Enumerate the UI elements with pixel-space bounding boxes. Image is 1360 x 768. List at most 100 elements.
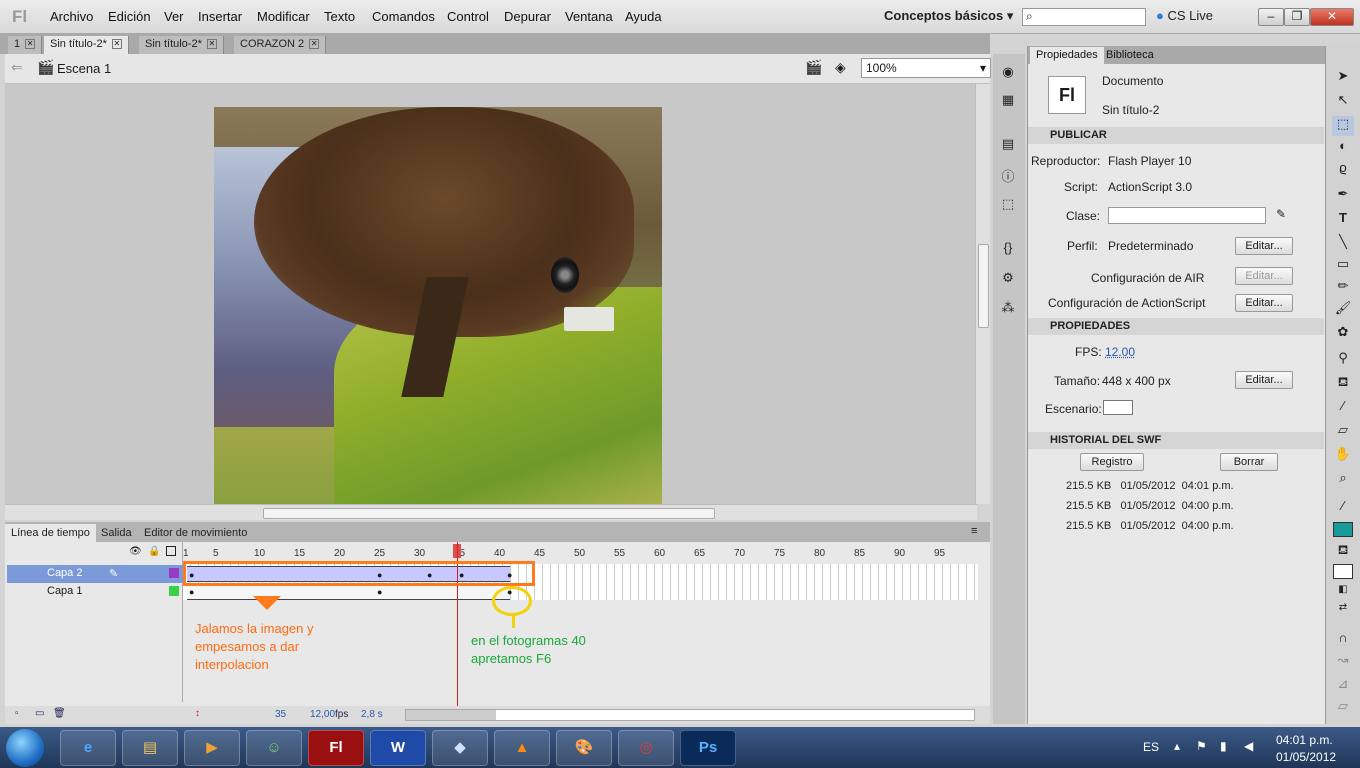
- menu-modificar[interactable]: Modificar: [257, 9, 310, 24]
- smooth-icon[interactable]: ↝: [1332, 652, 1354, 672]
- section-swf-history[interactable]: HISTORIAL DEL SWF: [1028, 432, 1324, 449]
- current-frame[interactable]: 35: [275, 709, 286, 720]
- fps-input[interactable]: 12.00: [1105, 345, 1135, 359]
- clear-button[interactable]: Borrar: [1220, 453, 1278, 471]
- volume-icon[interactable]: ◀: [1244, 739, 1253, 753]
- zoom-select[interactable]: 100% ▾: [861, 58, 991, 78]
- paint-bucket-tool-icon[interactable]: ⛾: [1332, 374, 1354, 394]
- playhead-center-icon[interactable]: ↕: [195, 708, 200, 719]
- close-icon[interactable]: ✕: [25, 39, 36, 50]
- ie-icon[interactable]: e: [60, 730, 116, 766]
- menu-archivo[interactable]: Archivo: [50, 9, 93, 24]
- close-icon[interactable]: ✕: [309, 39, 320, 50]
- snap-to-objects-icon[interactable]: ∩: [1332, 630, 1354, 650]
- straighten-icon[interactable]: ⊿: [1332, 676, 1354, 696]
- cs-live-button[interactable]: ● CS Live: [1156, 8, 1213, 23]
- restore-button[interactable]: ❐: [1284, 8, 1310, 26]
- pencil-tool-icon[interactable]: ✏: [1332, 278, 1354, 298]
- vlc-icon[interactable]: ▲: [494, 730, 550, 766]
- section-publish[interactable]: PUBLICAR: [1028, 127, 1324, 144]
- subselection-tool-icon[interactable]: ↖: [1332, 92, 1354, 112]
- doc-tab-1[interactable]: 1 ✕: [8, 36, 43, 54]
- fill-color-icon[interactable]: ⛾: [1332, 542, 1354, 562]
- fill-color-swatch[interactable]: [1333, 564, 1353, 579]
- lock-icon[interactable]: 🔒: [148, 546, 160, 557]
- tab-motion-editor[interactable]: Editor de movimiento: [138, 524, 253, 542]
- tab-timeline[interactable]: Línea de tiempo: [5, 524, 96, 542]
- menu-ayuda[interactable]: Ayuda: [625, 9, 662, 24]
- edit-symbols-icon[interactable]: ◈: [835, 59, 846, 76]
- stage-vertical-scrollbar[interactable]: [975, 84, 990, 504]
- class-input[interactable]: [1108, 207, 1266, 224]
- eye-icon[interactable]: 👁: [129, 546, 142, 557]
- new-folder-icon[interactable]: ▭: [35, 708, 44, 719]
- hand-tool-icon[interactable]: ✋: [1332, 446, 1354, 466]
- zoom-tool-icon[interactable]: ⌕: [1332, 470, 1354, 490]
- menu-edicion[interactable]: Edición: [108, 9, 151, 24]
- tray-expand-icon[interactable]: ▴: [1174, 739, 1180, 753]
- messenger-icon[interactable]: ☺: [246, 730, 302, 766]
- options-icon[interactable]: ▱: [1332, 698, 1354, 718]
- menu-control[interactable]: Control: [447, 9, 489, 24]
- word-taskbar-button[interactable]: W: [370, 730, 426, 766]
- layer-color-swatch[interactable]: [169, 568, 179, 578]
- bone-tool-icon[interactable]: ⚲: [1332, 350, 1354, 370]
- media-player-icon[interactable]: ▶: [184, 730, 240, 766]
- tab-properties[interactable]: Propiedades: [1030, 47, 1104, 64]
- search-input[interactable]: ⌕: [1022, 8, 1146, 26]
- new-layer-icon[interactable]: ▫: [15, 708, 19, 719]
- chrome-icon[interactable]: ◎: [618, 730, 674, 766]
- components-icon[interactable]: ⚙: [997, 270, 1019, 290]
- menu-ver[interactable]: Ver: [164, 9, 184, 24]
- frames-capa-1[interactable]: ● ● ●: [187, 584, 512, 600]
- clock-date[interactable]: 01/05/2012: [1276, 750, 1336, 764]
- deco-tool-icon[interactable]: ✿: [1332, 324, 1354, 344]
- transform-icon[interactable]: ⬚: [997, 196, 1019, 216]
- free-transform-tool-icon[interactable]: ⬚: [1332, 116, 1354, 136]
- info-icon[interactable]: ⓘ: [997, 166, 1019, 186]
- line-tool-icon[interactable]: ╲: [1332, 234, 1354, 254]
- brush-tool-icon[interactable]: 🖌: [1332, 300, 1354, 320]
- menu-comandos[interactable]: Comandos: [372, 9, 435, 24]
- code-snippets-icon[interactable]: {}: [997, 240, 1019, 260]
- tab-library[interactable]: Biblioteca: [1100, 47, 1160, 64]
- minimize-button[interactable]: –: [1258, 8, 1284, 26]
- stage-image[interactable]: [214, 107, 662, 504]
- color-icon[interactable]: ◉: [997, 64, 1019, 84]
- fps-value[interactable]: 12,00: [310, 709, 335, 720]
- section-properties[interactable]: PROPIEDADES: [1028, 318, 1324, 335]
- pencil-icon[interactable]: ✎: [1276, 207, 1286, 221]
- swap-colors-icon[interactable]: ⇄: [1332, 602, 1354, 622]
- keyframe[interactable]: ●: [189, 587, 194, 597]
- layer-capa-1[interactable]: Capa 1: [7, 583, 183, 601]
- edit-as-button[interactable]: Editar...: [1235, 294, 1293, 312]
- edit-scene-icon[interactable]: 🎬: [805, 59, 822, 76]
- stroke-color-icon[interactable]: ⁄: [1332, 498, 1354, 518]
- back-arrow-icon[interactable]: ⇐: [11, 59, 23, 76]
- keyframe[interactable]: ●: [377, 587, 382, 597]
- menu-insertar[interactable]: Insertar: [198, 9, 242, 24]
- timeline-horizontal-scrollbar[interactable]: [405, 709, 975, 721]
- paint-icon[interactable]: 🎨: [556, 730, 612, 766]
- network-icon[interactable]: ▮: [1220, 739, 1227, 753]
- flag-icon[interactable]: ⚑: [1196, 739, 1207, 753]
- tire-symbol[interactable]: [551, 257, 579, 293]
- selection-tool-icon[interactable]: ➤: [1332, 68, 1354, 88]
- doc-tab-corazon-2[interactable]: CORAZON 2 ✕: [234, 36, 327, 54]
- scroll-thumb[interactable]: [978, 244, 989, 328]
- menu-texto[interactable]: Texto: [324, 9, 355, 24]
- default-colors-icon[interactable]: ◧: [1332, 584, 1354, 604]
- delete-layer-icon[interactable]: 🗑: [53, 708, 66, 719]
- panel-menu-icon[interactable]: ≡: [971, 525, 977, 537]
- close-icon[interactable]: ✕: [206, 39, 217, 50]
- swatches-icon[interactable]: ▦: [997, 92, 1019, 112]
- layer-color-swatch[interactable]: [169, 586, 179, 596]
- close-icon[interactable]: ✕: [111, 39, 122, 50]
- stage-color-swatch[interactable]: [1103, 400, 1133, 415]
- pen-tool-icon[interactable]: ✒: [1332, 186, 1354, 206]
- lasso-tool-icon[interactable]: ϱ: [1332, 160, 1354, 180]
- doc-tab-sin-titulo-2b[interactable]: Sin título-2* ✕: [139, 36, 224, 54]
- stage-horizontal-scrollbar[interactable]: [5, 504, 977, 520]
- clock-time[interactable]: 04:01 p.m.: [1276, 733, 1333, 747]
- edit-size-button[interactable]: Editar...: [1235, 371, 1293, 389]
